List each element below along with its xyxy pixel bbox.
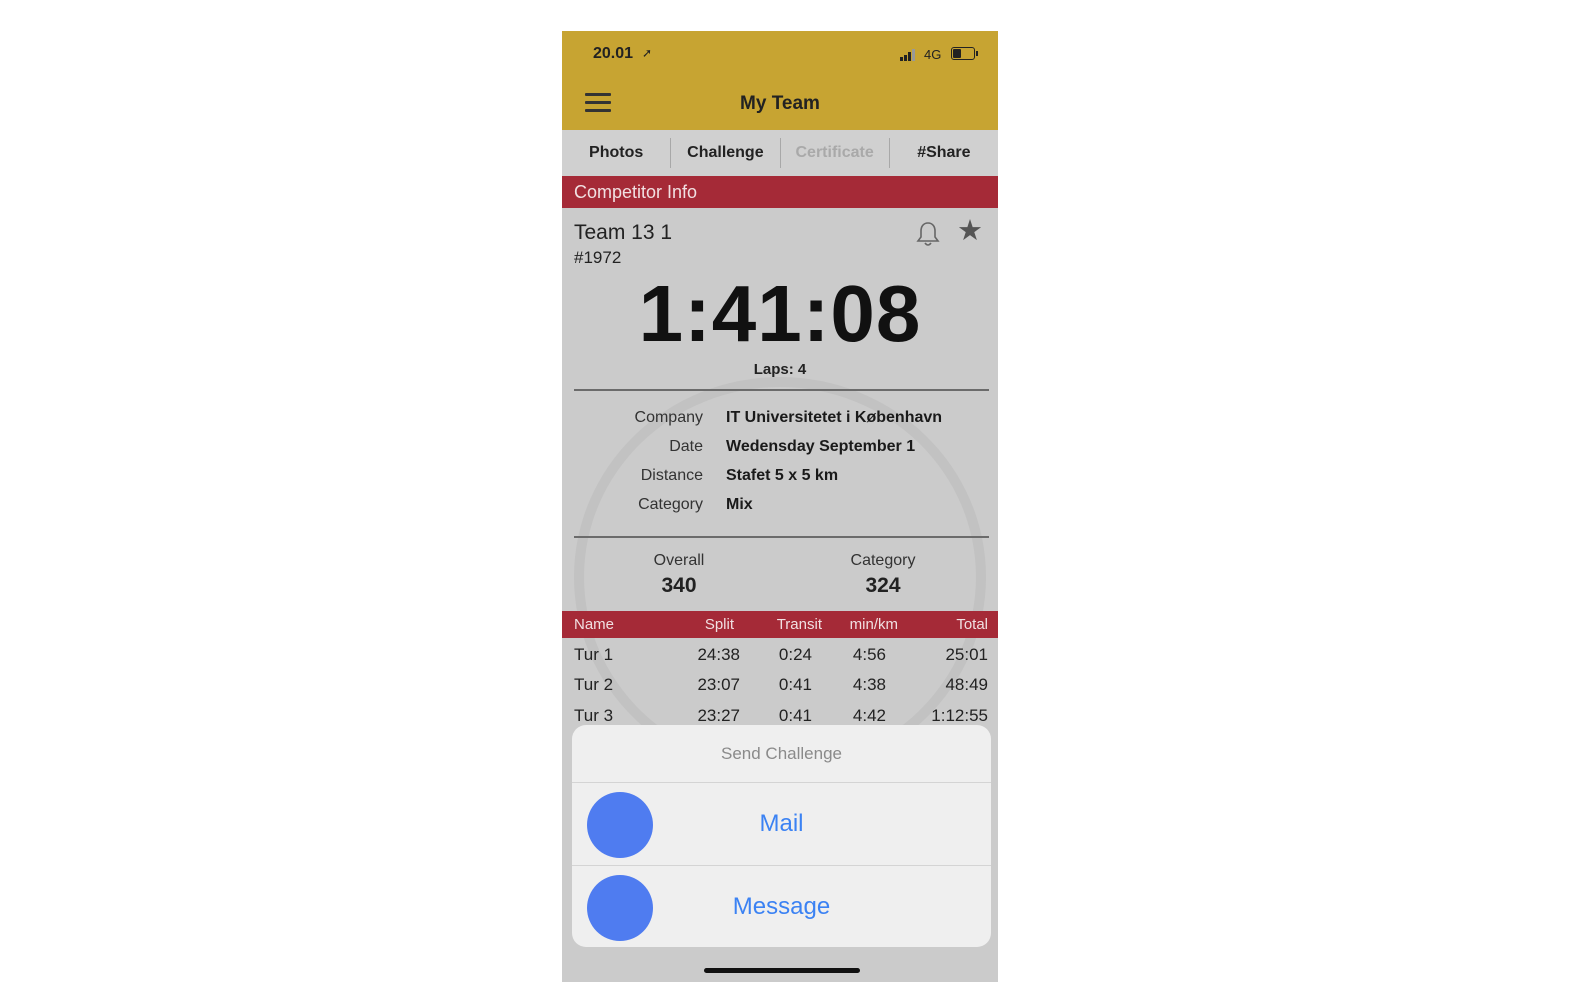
category-rank: Category 324 xyxy=(783,552,983,598)
cell-split: 24:38 xyxy=(697,645,740,664)
tab-challenge[interactable]: Challenge xyxy=(671,130,779,176)
column-header-split: Split xyxy=(704,616,734,633)
team-name: Team 13 1 xyxy=(574,221,673,244)
overall-rank: Overall 340 xyxy=(579,552,779,598)
detail-label: Date xyxy=(669,438,703,455)
detail-row: Category Mix xyxy=(562,496,998,522)
column-header-pace: min/km xyxy=(849,616,898,633)
cell-total: 25:01 xyxy=(945,645,988,664)
overall-rank-value: 340 xyxy=(661,574,697,597)
table-row: Tur 1 24:38 0:24 4:56 25:01 xyxy=(562,640,998,670)
battery-icon xyxy=(951,47,978,60)
message-option[interactable]: Message xyxy=(572,866,991,947)
tab-certificate: Certificate xyxy=(795,144,874,161)
cell-total: 48:49 xyxy=(945,675,988,694)
signal-icon xyxy=(900,49,918,61)
bell-icon[interactable] xyxy=(916,220,940,248)
detail-value: Mix xyxy=(726,496,753,513)
finish-time: 1:41:08 xyxy=(638,269,922,358)
location-arrow-icon: ➚ xyxy=(642,46,653,60)
column-header-transit: Transit xyxy=(776,616,822,633)
cell-name: Tur 2 xyxy=(574,675,614,694)
star-icon[interactable]: ★ xyxy=(957,215,983,247)
cell-transit: 0:24 xyxy=(778,645,812,664)
divider xyxy=(574,536,989,538)
category-rank-label: Category xyxy=(850,552,916,569)
detail-value: Wedensday September 1 xyxy=(726,438,916,455)
table-row: Tur 2 23:07 0:41 4:38 48:49 xyxy=(562,670,998,700)
detail-value: IT Universitetet i København xyxy=(726,409,943,426)
detail-value: Stafet 5 x 5 km xyxy=(726,467,839,484)
status-time: 20.01 xyxy=(593,45,634,62)
page-title: My Team xyxy=(740,93,820,114)
column-header-name: Name xyxy=(574,616,615,633)
mail-option[interactable]: Mail xyxy=(572,783,991,865)
home-indicator[interactable] xyxy=(704,968,860,973)
category-rank-value: 324 xyxy=(865,574,901,597)
laps-count: Laps: 4 xyxy=(753,361,807,378)
detail-row: Distance Stafet 5 x 5 km xyxy=(562,467,998,493)
network-label: 4G xyxy=(924,47,942,62)
detail-label: Category xyxy=(638,496,703,513)
cell-transit: 0:41 xyxy=(778,675,812,694)
detail-label: Distance xyxy=(640,467,703,484)
overall-rank-label: Overall xyxy=(653,552,705,569)
column-header-total: Total xyxy=(956,616,988,633)
detail-row: Company IT Universitetet i København xyxy=(562,409,998,435)
cell-pace: 4:56 xyxy=(852,645,886,664)
team-number: #1972 xyxy=(574,248,622,267)
tab-photos[interactable]: Photos xyxy=(562,130,670,176)
status-bar: 20.01 ➚ 4G xyxy=(562,31,998,79)
competitor-info-header: Competitor Info xyxy=(562,176,998,208)
divider xyxy=(574,389,989,391)
splits-table-header: Name Split Transit min/km Total xyxy=(562,611,998,638)
sheet-title: Send Challenge xyxy=(572,725,991,783)
send-challenge-sheet: Send Challenge Mail Message xyxy=(572,725,991,947)
detail-row: Date Wedensday September 1 xyxy=(562,438,998,464)
mail-option-label[interactable]: Mail xyxy=(572,783,991,865)
phone-screen: 20.01 ➚ 4G My Team Photos Challenge Cert… xyxy=(562,31,998,982)
cell-pace: 4:38 xyxy=(852,675,886,694)
cell-name: Tur 1 xyxy=(574,645,614,664)
nav-bar: My Team xyxy=(562,79,998,130)
tab-share[interactable]: #Share xyxy=(890,130,998,176)
detail-label: Company xyxy=(634,409,703,426)
cell-split: 23:07 xyxy=(697,675,740,694)
message-option-label[interactable]: Message xyxy=(572,866,991,947)
tab-bar: Photos Challenge Certificate #Share xyxy=(562,130,998,176)
